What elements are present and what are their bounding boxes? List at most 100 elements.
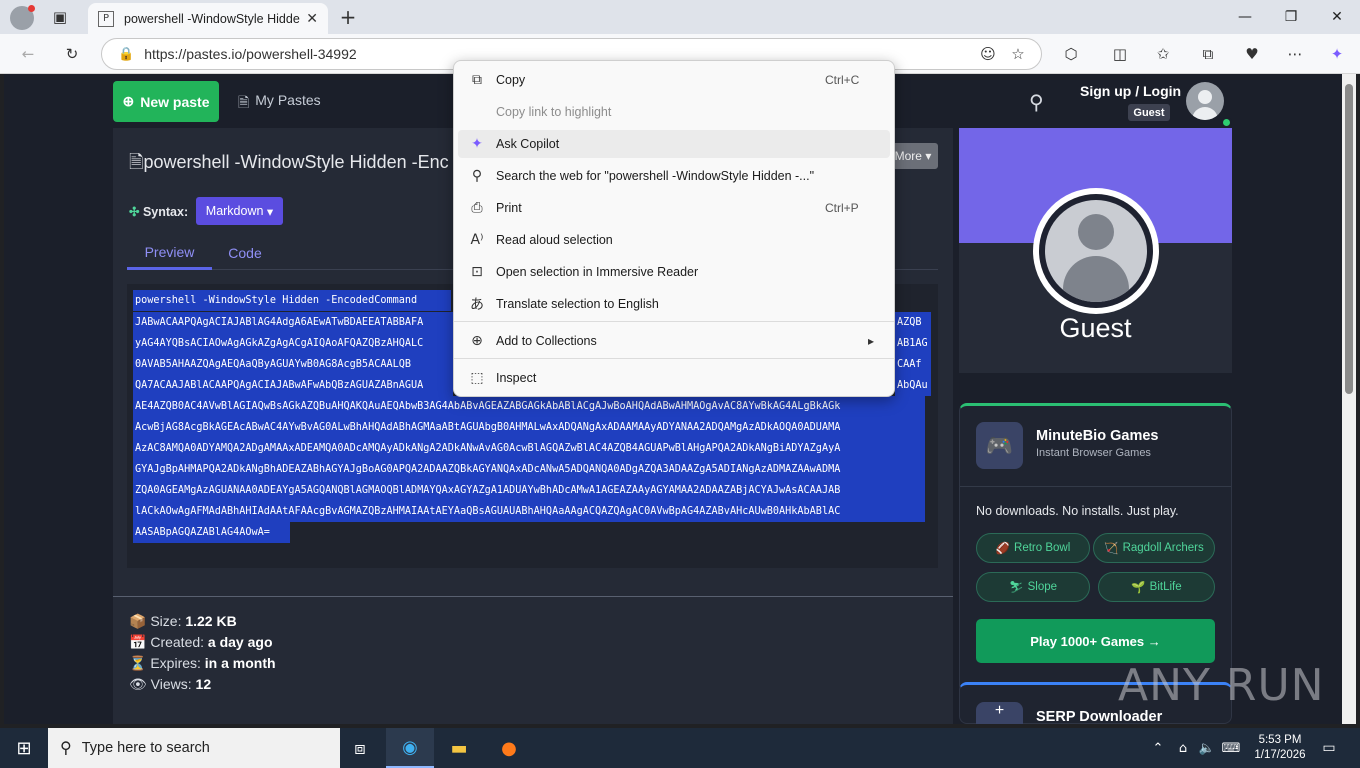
collections-icon[interactable]: ⧉ (1193, 39, 1223, 69)
chip-slope[interactable]: ⛷ Slope (976, 572, 1090, 602)
guest-badge: Guest (1128, 104, 1170, 121)
menu-label: Copy (496, 73, 526, 87)
notifications-icon[interactable]: ▭ (1312, 728, 1346, 768)
close-window-icon[interactable]: ✕ (1314, 0, 1360, 34)
sign-up-login-link[interactable]: Sign up / Login (1080, 83, 1181, 99)
menu-item-search-web[interactable]: ⚲ Search the web for "powershell -WindowS… (458, 162, 890, 190)
more-button[interactable]: More ▾ (888, 143, 938, 169)
menu-item-translate[interactable]: あ Translate selection to English (458, 290, 890, 318)
calendar-icon: 📅 (129, 634, 147, 650)
code-line: yAG4AYQBsACIAOwAgAGkAZgAgACgAIQAoAFQAZQB… (133, 333, 453, 354)
my-pastes-link[interactable]: 🗎 My Pastes (238, 92, 321, 116)
reading-icon[interactable]: ☺ (973, 39, 1003, 69)
windows-start-icon[interactable]: ⊞ (0, 728, 48, 768)
chevron-right-icon: ▸ (868, 334, 875, 348)
tab-preview[interactable]: Preview (127, 236, 212, 270)
games-ad-name[interactable]: MinuteBio Games (1036, 428, 1158, 444)
code-line: AE4AZQB0AC4AVwBlAGIAQwBsAGkAZQBuAHQAKQAu… (133, 396, 925, 417)
expires-meta: ⏳ Expires: in a month (129, 655, 276, 672)
syntax-value: Markdown (205, 204, 264, 218)
eye-icon: 👁 (129, 676, 147, 692)
code-line-tail: AbQAu (895, 375, 931, 396)
task-view-icon[interactable]: ⧈ (336, 728, 384, 768)
menu-item-ask-copilot[interactable]: ✦ Ask Copilot (458, 130, 890, 158)
copilot-icon: ✦ (471, 136, 483, 152)
network-icon[interactable]: ⌂ (1171, 728, 1195, 768)
extensions-icon[interactable]: ⬡ (1056, 39, 1086, 69)
menu-item-immersive-reader[interactable]: ⊡ Open selection in Immersive Reader (458, 258, 890, 286)
menu-item-add-to-collections[interactable]: ⊕ Add to Collections ▸ (458, 327, 890, 355)
new-paste-button[interactable]: ⊕ New paste (113, 81, 219, 122)
language-icon[interactable]: ⌨ (1219, 728, 1243, 768)
close-tab-icon[interactable]: ✕ (306, 10, 318, 27)
serp-ad-name[interactable]: SERP Downloader (1036, 709, 1162, 725)
games-ad-subtitle: Instant Browser Games (1036, 447, 1151, 459)
read-aloud-icon: A⁾ (470, 232, 484, 248)
favicon-icon: P (98, 10, 114, 27)
menu-item-inspect[interactable]: ⬚ Inspect (458, 364, 890, 392)
settings-more-icon[interactable]: ⋯ (1280, 39, 1310, 69)
document-icon: 🗎 (238, 94, 250, 110)
more-label: More (894, 149, 922, 163)
football-icon: 🏈 (995, 543, 1011, 555)
taskbar-search-placeholder: Type here to search (81, 740, 210, 756)
code-line-tail: AZQB (895, 312, 931, 333)
code-line: GYAJgBpAHMAPQA2ADkANgBhADEAZABhAGYAJgBoA… (133, 459, 925, 480)
clock-time: 5:53 PM (1258, 734, 1302, 746)
menu-item-copy[interactable]: ⧉ Copy Ctrl+C (458, 66, 890, 94)
split-screen-icon[interactable]: ◫ (1105, 39, 1135, 69)
expires-label: Expires: (150, 655, 201, 671)
size-label: Size: (150, 613, 182, 629)
taskbar-clock[interactable]: 5:53 PM 1/17/2026 (1250, 733, 1310, 763)
menu-label: Search the web for "powershell -WindowSt… (496, 169, 815, 183)
search-icon[interactable]: ⚲ (1029, 90, 1044, 115)
file-explorer-icon[interactable]: ▬ (435, 728, 483, 768)
chip-bitlife[interactable]: 🌱 BitLife (1098, 572, 1215, 602)
copilot-icon[interactable]: ✦ (1322, 39, 1352, 69)
restore-icon[interactable]: ❐ (1268, 0, 1314, 34)
hourglass-icon: ⏳ (129, 655, 147, 671)
tab-code[interactable]: Code (212, 236, 278, 270)
syntax-dropdown[interactable]: Markdown ▾ (196, 197, 283, 225)
avatar[interactable] (1186, 82, 1224, 120)
browser-tab[interactable]: P powershell -WindowStyle Hidden ✕ (88, 3, 328, 34)
menu-item-copy-link[interactable]: Copy link to highlight (458, 98, 890, 126)
taskbar-search-box[interactable]: ⚲ Type here to search (48, 728, 340, 768)
chip-label: Ragdoll Archers (1122, 542, 1204, 554)
menu-label: Ask Copilot (496, 137, 560, 151)
chevron-up-icon[interactable]: ⌃ (1146, 728, 1170, 768)
created-meta: 📅 Created: a day ago (129, 634, 273, 651)
chip-ragdoll-archers[interactable]: 🏹 Ragdoll Archers (1093, 533, 1215, 563)
favorites-icon[interactable]: ✩ (1148, 39, 1178, 69)
edge-taskbar-icon[interactable]: ◉ (386, 728, 434, 768)
clock-date: 1/17/2026 (1254, 749, 1306, 761)
new-paste-icon: ⊕ (122, 93, 135, 109)
chip-label: Retro Bowl (1014, 542, 1071, 554)
slope-icon: ⛷ (1008, 582, 1024, 594)
puzzle-icon: ✣ (129, 205, 140, 219)
minimize-icon[interactable]: — (1222, 0, 1268, 34)
scrollbar-thumb[interactable] (1345, 84, 1353, 394)
inspect-icon: ⬚ (470, 370, 484, 386)
new-tab-icon[interactable]: + (333, 2, 363, 32)
play-games-button[interactable]: Play 1000+ Games → (976, 619, 1215, 663)
code-line: JABwACAAPQAgACIAJABlAG4AdgA6AEwATwBDAEEA… (133, 312, 453, 333)
menu-item-print[interactable]: ⎙ Print Ctrl+P (458, 194, 890, 222)
tab-actions-icon[interactable]: ▣ (45, 2, 75, 32)
lock-icon[interactable]: 🔒 (118, 46, 134, 62)
collections-icon: ⊕ (471, 333, 483, 349)
menu-separator (454, 321, 894, 322)
games-ad-tagline: No downloads. No installs. Just play. (976, 504, 1179, 518)
chip-retro-bowl[interactable]: 🏈 Retro Bowl (976, 533, 1090, 563)
online-status-dot (1221, 117, 1232, 128)
back-icon[interactable]: ← (13, 39, 43, 69)
performance-icon[interactable]: ♥ (1237, 39, 1267, 69)
favorite-star-icon[interactable]: ☆ (1003, 39, 1033, 69)
divider (113, 596, 953, 597)
volume-icon[interactable]: 🔈 (1195, 728, 1219, 768)
menu-item-read-aloud[interactable]: A⁾ Read aloud selection (458, 226, 890, 254)
firefox-icon[interactable]: ● (485, 728, 533, 768)
translate-icon: あ (470, 297, 484, 313)
games-ad-divider (960, 486, 1231, 487)
refresh-icon[interactable]: ↻ (57, 39, 87, 69)
